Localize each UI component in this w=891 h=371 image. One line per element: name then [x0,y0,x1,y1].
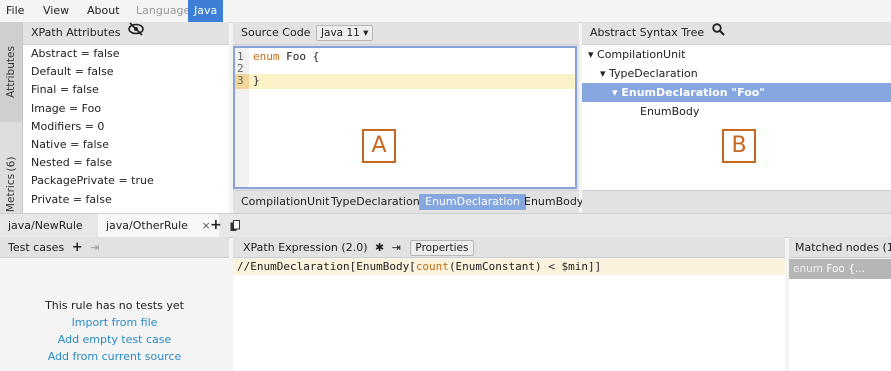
xpath-editor[interactable]: //EnumDeclaration[EnumBody[count(EnumCon… [233,259,785,371]
export-xpath-icon[interactable]: ⇥ [392,241,401,254]
highlight-line [235,74,575,89]
breadcrumb-item[interactable]: CompilationUnit [235,194,335,210]
no-tests-message: This rule has no tests yet [45,299,184,312]
rule-tab-bar: java/NewRule java/OtherRule × + [0,213,891,238]
side-tabs: Attributes (6) Metrics [0,22,23,213]
duplicate-rule-icon[interactable] [222,214,248,237]
menu-file[interactable]: File [6,4,24,17]
matched-nodes-title: Matched nodes (1) [795,241,891,254]
attribute-row[interactable]: Abstract = false [23,45,229,63]
tab-attributes[interactable]: Attributes [0,22,22,122]
import-from-file-link[interactable]: Import from file [0,316,229,329]
language-select[interactable]: Java [188,0,224,22]
export-icon[interactable]: ⇥ [90,241,99,254]
xpath-expression-title: XPath Expression (2.0) [243,241,368,254]
menu-about[interactable]: About [87,4,120,17]
add-empty-test-link[interactable]: Add empty test case [0,333,229,346]
xpath-text: //EnumDeclaration[EnumBody[ [237,260,416,273]
attribute-row[interactable]: Private = false [23,191,229,209]
code-line: } [253,74,260,87]
search-icon[interactable] [711,22,725,44]
ast-node[interactable]: ▾ CompilationUnit [582,45,891,64]
ast-tree: ▾ CompilationUnit ▾ TypeDeclaration ▾ Enum… [582,45,891,205]
source-code-panel: Source Code Java 11 ▾ 1 enum Foo {2 3} Com… [233,22,583,213]
ast-panel: Abstract Syntax Tree ▾ CompilationUnit ▾ … [582,22,891,214]
line-number: 3 [237,74,244,87]
menu-bar: File View About Language: Java [0,0,891,23]
tab-metrics[interactable]: Metrics [0,170,22,215]
eye-off-icon[interactable] [128,22,144,44]
ast-node[interactable]: ▾ TypeDeclaration [582,64,891,83]
attribute-row[interactable]: Default = false [23,63,229,81]
breadcrumb-item[interactable]: EnumDeclaration [419,194,527,210]
code-editor[interactable]: 1 enum Foo {2 3} [233,46,577,189]
matched-nodes-list: enum Foo {... [789,259,891,371]
code-line: enum Foo { [253,50,320,63]
ast-footer [582,190,891,214]
xpath-expression-header: XPath Expression (2.0) ✱ ⇥ Properties [233,237,785,258]
marker-a: A [362,129,396,163]
add-from-source-link[interactable]: Add from current source [0,350,229,363]
gear-icon[interactable]: ✱ [375,241,384,254]
xpath-attributes-panel: XPath Attributes Abstract = false Default… [23,22,229,213]
attribute-row[interactable]: Nested = false [23,154,229,172]
ast-title: Abstract Syntax Tree [590,26,705,39]
attribute-list: Abstract = false Default = false Final = f… [23,45,229,213]
matched-nodes-header: Matched nodes (1) [789,237,891,258]
marker-b: B [722,129,756,163]
xpath-text-rest: (EnumConstant) < $min]] [448,260,602,273]
test-cases-header: Test cases + ⇥ [0,237,229,258]
attribute-row[interactable]: PackagePrivate = true [23,172,229,190]
breadcrumb-item[interactable]: TypeDeclaration [325,194,426,210]
tab-java-newrule[interactable]: java/NewRule [0,214,91,237]
properties-button[interactable]: Properties [410,240,474,256]
chevron-down-icon: ▾ [363,27,369,39]
ast-node[interactable]: ▾ EnumDeclaration "Foo" [582,83,891,102]
breadcrumb: CompilationUnit TypeDeclaration EnumDeclar… [233,190,583,213]
add-test-icon[interactable]: + [72,240,83,255]
xpath-fn: count [415,260,449,273]
matched-node-item[interactable]: enum Foo {... [789,259,891,279]
attribute-row[interactable]: Image = Foo [23,100,229,118]
attribute-row[interactable]: Modifiers = 0 [23,118,229,136]
test-cases-body: This rule has no tests yet Import from f… [0,259,229,371]
source-code-title: Source Code [241,26,311,39]
java-version-dropdown[interactable]: Java 11 ▾ [315,25,374,41]
attribute-row[interactable]: Final = false [23,81,229,99]
menu-view[interactable]: View [43,4,69,17]
ast-node[interactable]: EnumBody [582,102,891,121]
xpath-attributes-title: XPath Attributes [31,26,121,39]
tab-java-otherrule[interactable]: java/OtherRule × [98,214,219,237]
attribute-row[interactable]: Native = false [23,136,229,154]
language-label: Language: [136,4,194,17]
test-cases-title: Test cases [8,241,65,254]
breadcrumb-item[interactable]: EnumBody [518,194,589,210]
